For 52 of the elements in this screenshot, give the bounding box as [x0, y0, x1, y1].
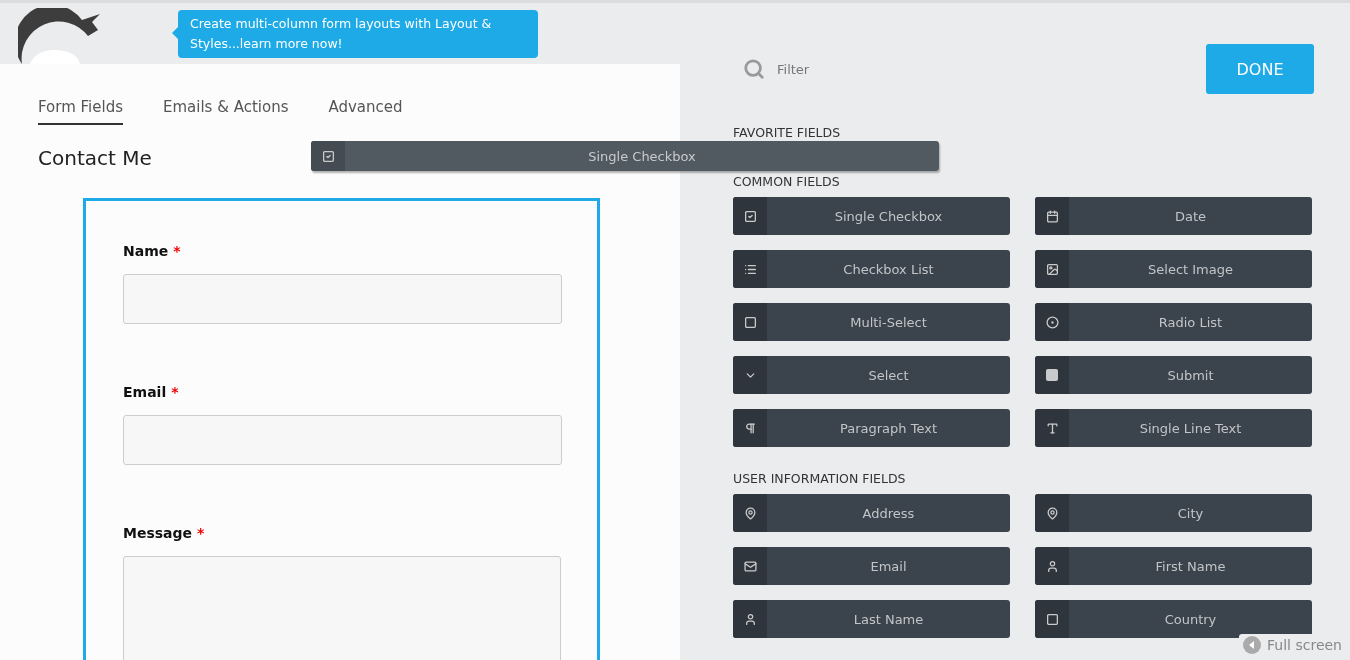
required-mark: *	[171, 384, 179, 400]
radio-icon	[1045, 315, 1059, 329]
list-icon	[743, 262, 757, 276]
field-tile[interactable]: Last Name	[733, 600, 1010, 638]
field-tile[interactable]: Single Line Text	[1035, 409, 1312, 447]
pilcrow-icon	[743, 421, 757, 435]
field-tile[interactable]: Country	[1035, 600, 1312, 638]
section-heading: COMMON FIELDS	[733, 174, 841, 189]
tab[interactable]: Emails & Actions	[163, 98, 289, 125]
field-tile[interactable]: Single Checkbox	[733, 197, 1010, 235]
field-label: Email	[123, 384, 167, 400]
field-tile[interactable]: Radio List	[1035, 303, 1312, 341]
field-tile[interactable]: Select	[733, 356, 1010, 394]
filter-field[interactable]: Filter	[775, 60, 979, 78]
field-tile[interactable]: Submit	[1035, 356, 1312, 394]
checkbox-icon	[743, 209, 757, 223]
field-tile[interactable]: Multi-Select	[733, 303, 1010, 341]
map-pin-icon	[743, 506, 757, 520]
dragged-field-tile[interactable]: Single Checkbox	[311, 141, 939, 171]
field-tile[interactable]: Select Image	[1035, 250, 1312, 288]
user-icon	[743, 612, 757, 626]
field-tile[interactable]: Date	[1035, 197, 1312, 235]
field-tile[interactable]: First Name	[1035, 547, 1312, 585]
required-mark: *	[197, 525, 205, 541]
tab[interactable]: Form Fields	[38, 98, 123, 125]
section-heading: USER INFORMATION FIELDS	[733, 471, 907, 486]
field-label: Name	[123, 243, 169, 259]
search-icon	[743, 58, 765, 80]
section-heading: FAVORITE FIELDS	[733, 125, 842, 140]
field-label: Message	[123, 525, 193, 541]
field-tile[interactable]: Checkbox List	[733, 250, 1010, 288]
bubble-pointer-icon	[172, 27, 178, 39]
input-field[interactable]	[123, 415, 562, 465]
form-title: Contact Me	[38, 146, 152, 170]
calendar-icon	[1045, 209, 1059, 223]
user-icon	[1045, 559, 1059, 573]
mail-icon	[743, 559, 757, 573]
square-icon	[1046, 369, 1058, 381]
message-field[interactable]	[123, 556, 561, 660]
image-icon	[1045, 262, 1059, 276]
field-tile[interactable]: Paragraph Text	[733, 409, 1010, 447]
checkbox-icon	[321, 149, 335, 163]
input-field[interactable]	[123, 274, 562, 324]
field-tile[interactable]: City	[1035, 494, 1312, 532]
required-mark: *	[173, 243, 181, 259]
field-tile[interactable]: Email	[733, 547, 1010, 585]
field-tile[interactable]: Address	[733, 494, 1010, 532]
square-icon	[1045, 612, 1059, 626]
tab[interactable]: Advanced	[328, 98, 403, 125]
map-pin-icon	[1045, 506, 1059, 520]
square-icon	[743, 315, 757, 329]
text-icon	[1045, 421, 1059, 435]
